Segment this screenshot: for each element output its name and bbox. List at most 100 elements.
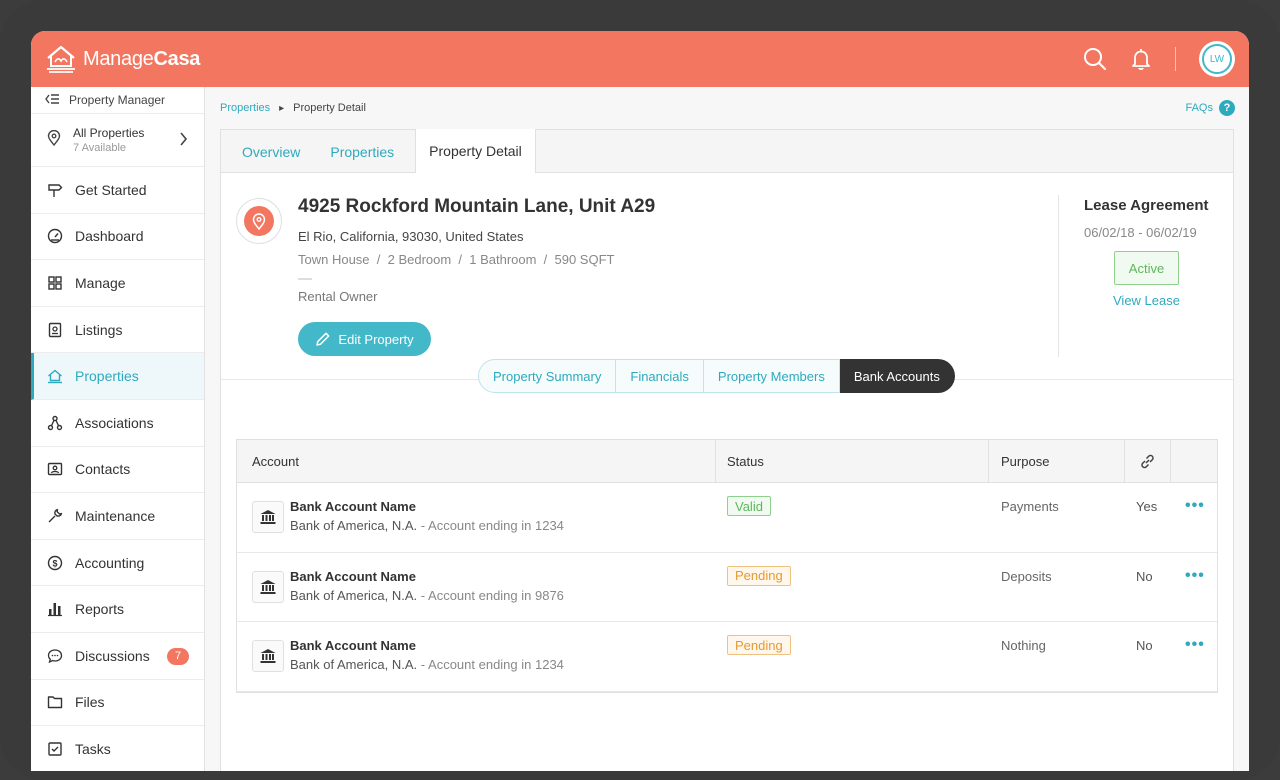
sidebar: Property Manager All Properties 7 Availa… <box>31 87 205 771</box>
signpost-icon <box>47 182 63 198</box>
section-switcher: Property Summary Financials Property Mem… <box>478 359 955 393</box>
sidebar-item-label: Get Started <box>75 181 147 198</box>
table-row[interactable]: Bank Account Name Bank of America, N.A. -… <box>237 622 1217 692</box>
status-badge: Pending <box>727 565 791 586</box>
status-badge: Valid <box>727 496 771 516</box>
section-bank-accounts[interactable]: Bank Accounts <box>839 359 955 393</box>
location-pin-icon <box>47 129 61 151</box>
property-meta: Town House / 2 Bedroom / 1 Bathroom / 59… <box>298 252 615 267</box>
property-pin-icon <box>236 198 282 244</box>
edit-property-button[interactable]: Edit Property <box>298 322 431 356</box>
table-row[interactable]: Bank Account Name Bank of America, N.A. -… <box>237 483 1217 553</box>
account-ending: - Account ending in 1234 <box>420 657 564 672</box>
sidebar-item-associations[interactable]: Associations <box>31 400 204 447</box>
column-actions <box>1171 440 1217 483</box>
column-status[interactable]: Status <box>716 440 989 483</box>
breadcrumb-current: Property Detail <box>293 102 366 114</box>
sidebar-item-files[interactable]: Files <box>31 680 204 727</box>
property-header: 4925 Rockford Mountain Lane, Unit A29 El… <box>221 173 1233 380</box>
breadcrumb: Properties ▸ Property Detail <box>220 102 366 114</box>
actions-cell: ••• <box>1171 483 1217 552</box>
view-lease-link[interactable]: View Lease <box>1113 293 1180 308</box>
breadcrumb-separator-icon: ▸ <box>279 102 285 114</box>
bank-icon <box>252 501 284 533</box>
sidebar-item-label: Reports <box>75 601 125 618</box>
property-address: El Rio, California, 93030, United States <box>298 229 524 244</box>
status-cell: Valid <box>716 483 989 552</box>
section-financials[interactable]: Financials <box>616 359 704 393</box>
property-title: 4925 Rockford Mountain Lane, Unit A29 <box>298 196 656 217</box>
sidebar-item-label: Listings <box>75 321 123 338</box>
section-property-summary[interactable]: Property Summary <box>478 359 617 393</box>
sidebar-item-properties[interactable]: Properties <box>31 353 204 400</box>
properties-selector-title: All Properties <box>73 126 145 140</box>
account-cell: Bank Account Name Bank of America, N.A. -… <box>237 483 716 552</box>
section-property-members[interactable]: Property Members <box>703 359 840 393</box>
device-frame: ManageCasa LW Property Manager All Prope… <box>0 0 1280 780</box>
house-icon <box>47 368 63 384</box>
sidebar-item-label: Discussions <box>75 647 150 664</box>
sidebar-collapse-toggle[interactable]: Property Manager <box>31 87 204 114</box>
bank-name: Bank of America, N.A. <box>290 587 418 603</box>
account-ending: - Account ending in 1234 <box>420 518 564 533</box>
tab-properties[interactable]: Properties <box>321 130 415 173</box>
property-owner: Rental Owner <box>298 289 378 304</box>
account-name: Bank Account Name <box>290 499 416 514</box>
help-icon: ? <box>1219 100 1235 116</box>
linked-value: No <box>1136 638 1153 653</box>
table-row[interactable]: Bank Account Name Bank of America, N.A. -… <box>237 553 1217 622</box>
column-account[interactable]: Account <box>237 440 716 483</box>
linked-cell: No <box>1125 553 1171 622</box>
sidebar-item-discussions[interactable]: Discussions 7 <box>31 633 204 680</box>
search-icon[interactable] <box>1083 47 1107 76</box>
actions-cell: ••• <box>1171 622 1217 691</box>
account-ending: - Account ending in 9876 <box>420 587 564 603</box>
sidebar-item-accounting[interactable]: $ Accounting <box>31 540 204 587</box>
sidebar-item-listings[interactable]: Listings <box>31 307 204 354</box>
bell-icon[interactable] <box>1129 47 1153 76</box>
sidebar-item-label: Manage <box>75 274 126 291</box>
house-logo-icon <box>47 45 75 73</box>
purpose-value: Nothing <box>1001 638 1046 653</box>
properties-selector[interactable]: All Properties 7 Available <box>31 114 204 167</box>
sidebar-item-label: Associations <box>75 414 154 431</box>
linked-value: No <box>1136 568 1153 584</box>
sidebar-item-label: Files <box>75 694 105 711</box>
more-actions-icon[interactable]: ••• <box>1185 567 1205 585</box>
tab-property-detail[interactable]: Property Detail <box>415 129 536 173</box>
logo-text-bold: Casa <box>153 47 201 70</box>
account-details: Bank of America, N.A. - Account ending i… <box>290 588 564 603</box>
status-badge: Pending <box>727 635 791 655</box>
breadcrumb-properties-link[interactable]: Properties <box>220 102 270 114</box>
divider <box>298 278 312 280</box>
lease-dates: 06/02/18 - 06/02/19 <box>1084 225 1197 240</box>
faqs-link[interactable]: FAQs ? <box>1185 100 1235 116</box>
sidebar-item-maintenance[interactable]: Maintenance <box>31 493 204 540</box>
purpose-cell: Deposits <box>989 553 1125 622</box>
app-screen: ManageCasa LW Property Manager All Prope… <box>31 31 1249 771</box>
purpose-value: Deposits <box>1001 568 1052 584</box>
status-cell: Pending <box>716 553 989 622</box>
sidebar-item-reports[interactable]: Reports <box>31 586 204 633</box>
sidebar-item-label: Properties <box>75 368 139 385</box>
grid-icon <box>47 275 63 291</box>
avatar[interactable]: LW <box>1199 41 1235 77</box>
folder-icon <box>47 694 63 710</box>
sidebar-item-contacts[interactable]: Contacts <box>31 447 204 494</box>
sidebar-item-get-started[interactable]: Get Started <box>31 167 204 214</box>
svg-text:$: $ <box>52 558 57 568</box>
logo[interactable]: ManageCasa <box>45 44 200 74</box>
dollar-icon: $ <box>47 555 63 571</box>
sidebar-item-dashboard[interactable]: Dashboard <box>31 214 204 261</box>
logo-text-light: Manage <box>83 47 154 70</box>
more-actions-icon[interactable]: ••• <box>1185 497 1205 515</box>
more-actions-icon[interactable]: ••• <box>1185 636 1205 654</box>
column-purpose[interactable]: Purpose <box>989 440 1125 483</box>
pencil-icon <box>316 332 330 346</box>
top-bar: ManageCasa LW <box>31 31 1249 87</box>
sidebar-item-manage[interactable]: Manage <box>31 260 204 307</box>
tab-overview[interactable]: Overview <box>221 130 321 173</box>
lease-title: Lease Agreement <box>1084 197 1209 214</box>
notification-count-badge: 7 <box>167 647 189 665</box>
sidebar-item-tasks[interactable]: Tasks <box>31 726 204 771</box>
